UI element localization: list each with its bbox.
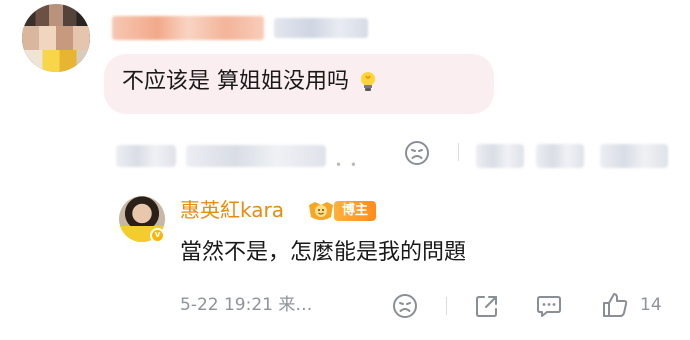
reply-username[interactable]: 惠英紅kara bbox=[180, 197, 284, 223]
comment-date-redacted bbox=[116, 145, 176, 167]
thumb-up-icon[interactable] bbox=[600, 290, 630, 320]
sad-face-icon[interactable] bbox=[403, 139, 431, 167]
reply-timestamp-source: 5-22 19:21 来… bbox=[180, 295, 313, 315]
verified-badge-icon: v bbox=[150, 228, 165, 243]
action-redacted-2[interactable] bbox=[536, 144, 584, 168]
lightbulb-emoji bbox=[361, 72, 375, 91]
commenter-name-redacted bbox=[112, 16, 264, 40]
fan-level-badge-icon bbox=[309, 202, 333, 220]
share-icon[interactable] bbox=[473, 292, 501, 320]
divider bbox=[458, 143, 459, 161]
sad-face-icon[interactable] bbox=[391, 292, 419, 320]
divider bbox=[446, 297, 447, 315]
commenter-avatar[interactable] bbox=[22, 4, 90, 72]
ellipsis: • • bbox=[335, 158, 359, 172]
action-redacted-1[interactable] bbox=[476, 144, 524, 168]
action-redacted-3[interactable] bbox=[600, 144, 668, 168]
commenter-badge-redacted bbox=[274, 18, 368, 38]
like-count: 14 bbox=[640, 295, 662, 315]
reply-text: 當然不是，怎麼能是我的問題 bbox=[180, 240, 467, 265]
comment-icon[interactable] bbox=[535, 292, 563, 320]
comment-text-row: 不应该是 算姐姐没用吗 bbox=[122, 64, 378, 100]
blogger-badge: 博主 bbox=[334, 201, 376, 221]
comment-location-redacted bbox=[186, 145, 326, 167]
comment-text: 不应该是 算姐姐没用吗 bbox=[122, 69, 349, 94]
